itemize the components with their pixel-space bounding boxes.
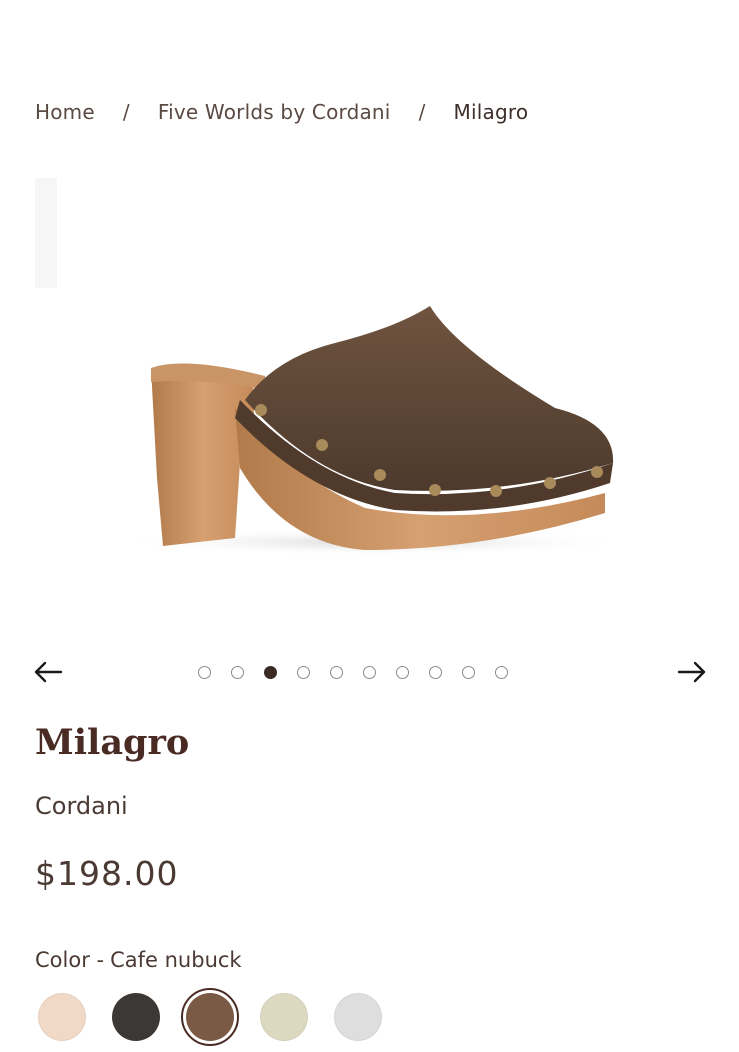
pagination-dot[interactable] — [396, 666, 409, 679]
product-title: Milagro — [35, 722, 190, 763]
breadcrumb-separator: / — [418, 100, 426, 124]
selected-color-name: Cafe nubuck — [110, 948, 242, 972]
clog-shoe-image — [35, 178, 635, 556]
pagination-dot[interactable] — [330, 666, 343, 679]
swatch-fill — [260, 993, 308, 1041]
color-swatches — [33, 988, 387, 1046]
color-swatch[interactable] — [255, 988, 313, 1046]
swatch-fill — [334, 993, 382, 1041]
breadcrumb-home-link[interactable]: Home — [35, 100, 95, 124]
breadcrumb: Home / Five Worlds by Cordani / Milagro — [35, 96, 528, 128]
image-pagination-dots — [198, 666, 508, 686]
color-swatch[interactable] — [33, 988, 91, 1046]
breadcrumb-separator: / — [122, 100, 130, 124]
product-image[interactable] — [35, 178, 705, 618]
next-image-button[interactable] — [676, 656, 708, 688]
previous-image-button[interactable] — [32, 656, 64, 688]
color-label: Color - Cafe nubuck — [35, 948, 242, 972]
pagination-dot-active[interactable] — [264, 666, 277, 679]
breadcrumb-collection-link[interactable]: Five Worlds by Cordani — [158, 100, 391, 124]
swatch-fill — [112, 993, 160, 1041]
pagination-dot[interactable] — [462, 666, 475, 679]
pagination-dot[interactable] — [231, 666, 244, 679]
breadcrumb-current: Milagro — [453, 100, 529, 124]
pagination-dot[interactable] — [297, 666, 310, 679]
color-label-prefix: Color - — [35, 948, 105, 972]
color-swatch-selected[interactable] — [181, 988, 239, 1046]
arrow-right-icon — [677, 661, 706, 683]
swatch-fill — [186, 993, 234, 1041]
product-brand: Cordani — [35, 792, 128, 820]
arrow-left-icon — [34, 661, 63, 683]
pagination-dot[interactable] — [363, 666, 376, 679]
product-price: $198.00 — [35, 854, 179, 893]
swatch-fill — [38, 993, 86, 1041]
pagination-dot[interactable] — [429, 666, 442, 679]
color-swatch[interactable] — [107, 988, 165, 1046]
pagination-dot[interactable] — [198, 666, 211, 679]
color-swatch[interactable] — [329, 988, 387, 1046]
pagination-dot[interactable] — [495, 666, 508, 679]
